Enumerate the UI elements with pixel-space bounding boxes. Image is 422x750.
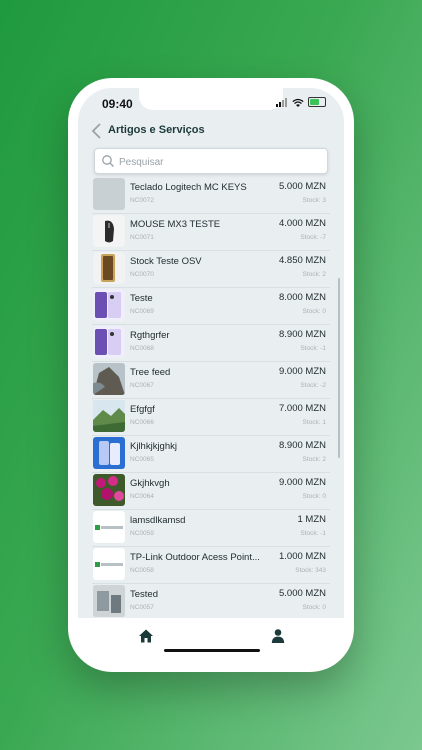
product-price: 4.850 MZN [279,255,326,266]
product-thumbnail [93,363,125,395]
product-name: MOUSE MX3 TESTE [130,219,221,230]
product-code: NC0068 [130,345,154,352]
home-indicator [164,649,260,652]
product-code: NC0072 [130,197,154,204]
signal-icon [276,97,287,107]
page-title: Artigos e Serviços [108,124,205,136]
product-code: NC0065 [130,456,154,463]
bottom-tab-bar [78,618,344,662]
user-icon[interactable] [270,628,286,644]
product-price: 7.000 MZN [279,403,326,414]
product-code: NC0067 [130,382,154,389]
product-code: NC0070 [130,271,154,278]
list-item[interactable]: TP-Link Outdoor Acess Point... NC0058 1.00… [92,546,330,584]
product-code: NC0064 [130,493,154,500]
status-bar: 09:40 [78,88,344,118]
app-screen: 09:40 Artigos e Serviços Teclado Logitec… [78,88,344,662]
scrollbar[interactable] [338,278,340,458]
product-stock: Stock: -1 [300,530,326,537]
product-stock: Stock: -2 [300,382,326,389]
product-stock: Stock: 343 [295,567,326,574]
product-stock: Stock: -7 [300,234,326,241]
status-time: 09:40 [102,97,133,111]
product-stock: Stock: 0 [302,493,326,500]
status-icons [276,97,326,107]
items-list[interactable]: Teclado Logitech MC KEYS NC0072 5.000 MZN S… [92,176,330,618]
product-thumbnail [93,437,125,469]
product-thumbnail [93,178,125,210]
product-thumbnail [93,252,125,284]
product-stock: Stock: 0 [302,308,326,315]
list-item[interactable]: Teclado Logitech MC KEYS NC0072 5.000 MZN S… [92,176,330,214]
product-code: NC0058 [130,567,154,574]
product-code: NC0059 [130,530,154,537]
search-icon [102,155,114,167]
notch [139,88,283,110]
product-price: 1 MZN [297,514,327,525]
product-code: NC0066 [130,419,154,426]
list-item[interactable]: Teste NC0069 8.000 MZN Stock: 0 [92,287,330,325]
product-thumbnail [93,474,125,506]
product-code: NC0071 [130,234,154,241]
product-stock: Stock: 0 [302,604,326,611]
product-name: Kjlhkjkjghkj [130,441,177,452]
list-item[interactable]: MOUSE MX3 TESTE NC0071 4.000 MZN Stock: -7 [92,213,330,251]
product-thumbnail [93,289,125,321]
product-stock: Stock: 2 [302,456,326,463]
product-price: 8.000 MZN [279,292,326,303]
product-code: NC0057 [130,604,154,611]
product-price: 8.900 MZN [279,440,326,451]
chevron-left-icon[interactable] [90,123,104,139]
product-price: 8.900 MZN [279,329,326,340]
product-name: lamsdlkamsd [130,515,186,526]
list-item[interactable]: Stock Teste OSV NC0070 4.850 MZN Stock: 2 [92,250,330,288]
list-item[interactable]: Efgfgf NC0066 7.000 MZN Stock: 1 [92,398,330,436]
product-name: Teste [130,293,153,304]
phone-frame: 09:40 Artigos e Serviços Teclado Logitec… [68,78,354,672]
app-header: Artigos e Serviços [78,116,344,146]
search-input[interactable] [117,152,321,172]
product-thumbnail [93,400,125,432]
search-bar [94,148,328,174]
battery-icon [308,97,326,107]
product-stock: Stock: 1 [302,419,326,426]
list-item[interactable]: Gkjhkvgh NC0064 9.000 MZN Stock: 0 [92,472,330,510]
wifi-icon [292,98,304,107]
product-name: Tested [130,589,158,600]
product-name: Tree feed [130,367,171,378]
product-name: Teclado Logitech MC KEYS [130,182,247,193]
product-code: NC0069 [130,308,154,315]
product-name: Gkjhkvgh [130,478,170,489]
product-name: Rgthgrfer [130,330,170,341]
home-icon[interactable] [138,628,154,644]
product-price: 4.000 MZN [279,218,326,229]
product-stock: Stock: 3 [302,197,326,204]
product-price: 9.000 MZN [279,477,326,488]
product-price: 1.000 MZN [279,551,326,562]
product-thumbnail [93,511,125,543]
product-stock: Stock: 2 [302,271,326,278]
product-price: 5.000 MZN [279,588,326,599]
list-item[interactable]: lamsdlkamsd NC0059 1 MZN Stock: -1 [92,509,330,547]
list-item[interactable]: Tree feed NC0067 9.000 MZN Stock: -2 [92,361,330,399]
list-item[interactable]: Tested NC0057 5.000 MZN Stock: 0 [92,583,330,618]
product-thumbnail [93,585,125,617]
product-stock: Stock: -1 [300,345,326,352]
product-price: 9.000 MZN [279,366,326,377]
product-thumbnail [93,326,125,358]
list-item[interactable]: Rgthgrfer NC0068 8.900 MZN Stock: -1 [92,324,330,362]
list-item[interactable]: Kjlhkjkjghkj NC0065 8.900 MZN Stock: 2 [92,435,330,473]
product-name: Efgfgf [130,404,155,415]
product-name: TP-Link Outdoor Acess Point... [130,552,260,563]
product-thumbnail [93,548,125,580]
product-thumbnail [93,215,125,247]
product-price: 5.000 MZN [279,181,326,192]
product-name: Stock Teste OSV [130,256,202,267]
